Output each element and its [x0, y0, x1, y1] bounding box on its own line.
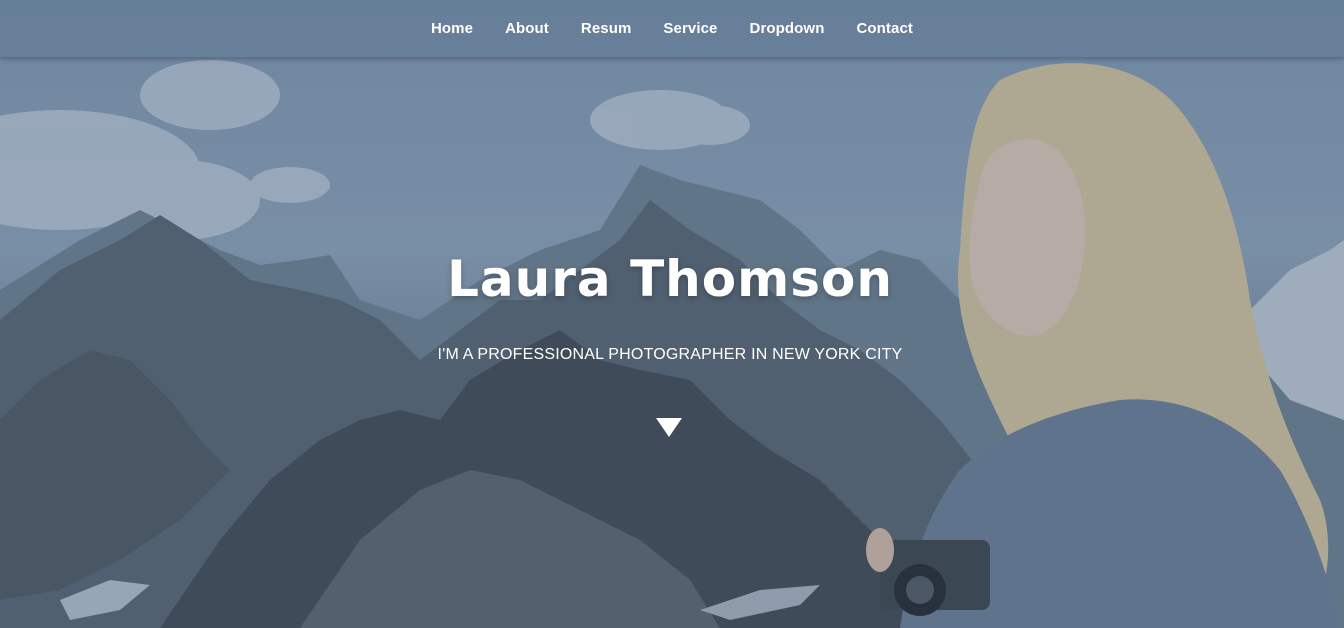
scroll-down-icon[interactable] [656, 418, 682, 437]
hero-title: Laura Thomson [447, 250, 893, 308]
nav-item-contact[interactable]: Contact [856, 20, 913, 37]
hero-section: Home About Resum Service Dropdown Contac… [0, 0, 1344, 628]
hero-subtitle: I'M A PROFESSIONAL PHOTOGRAPHER IN NEW Y… [437, 346, 903, 363]
nav-item-dropdown[interactable]: Dropdown [750, 20, 825, 37]
nav-item-home[interactable]: Home [431, 20, 473, 37]
main-navbar: Home About Resum Service Dropdown Contac… [0, 0, 1344, 57]
nav-item-about[interactable]: About [505, 20, 549, 37]
nav-item-service[interactable]: Service [663, 20, 717, 37]
nav-item-resum[interactable]: Resum [581, 20, 632, 37]
hero-content: Laura Thomson I'M A PROFESSIONAL PHOTOGR… [0, 250, 1340, 364]
